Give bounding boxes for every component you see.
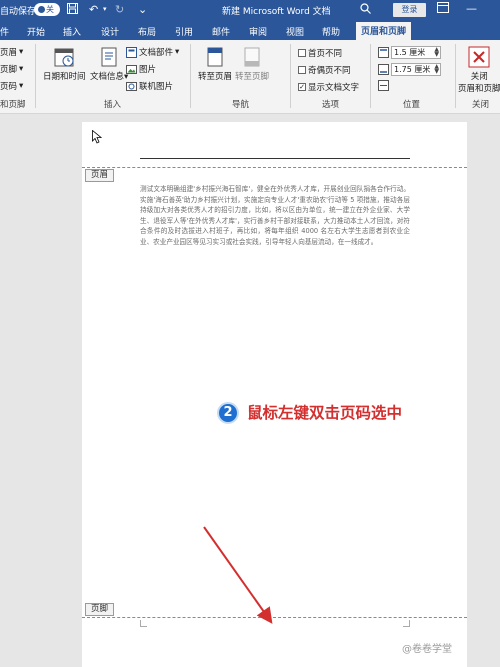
watermark: @卷卷学堂 — [402, 644, 452, 655]
step-badge: 2 — [217, 402, 239, 424]
annotation-text: 鼠标左键双击页码选中 — [247, 404, 403, 422]
annotation-arrow — [203, 526, 273, 624]
